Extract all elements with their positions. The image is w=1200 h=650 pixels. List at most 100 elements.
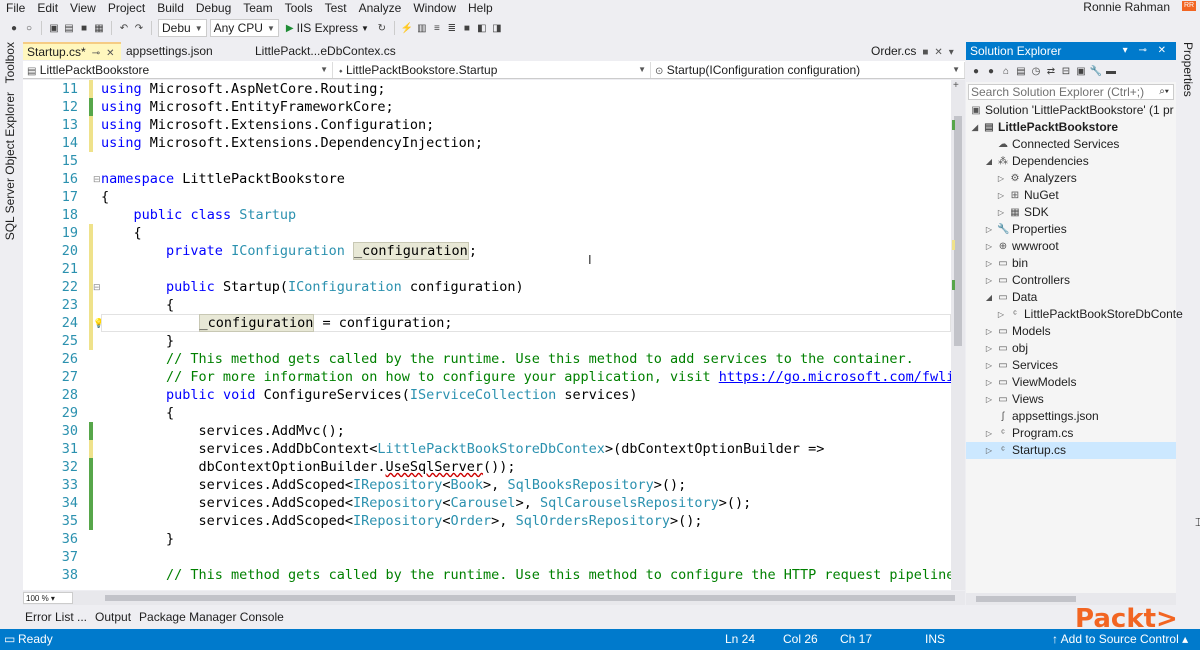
collapsed-icon[interactable]: ▷	[984, 340, 994, 357]
pending-changes-icon[interactable]: ◷	[1030, 65, 1042, 77]
preview-icon[interactable]: ▬	[1105, 65, 1117, 77]
undo-icon[interactable]: ↶	[118, 22, 130, 34]
tab-error-list[interactable]: Error List ...	[25, 610, 87, 624]
tab-appsettings-json[interactable]: appsettings.json	[122, 42, 217, 60]
collapsed-icon[interactable]: ▷	[984, 425, 994, 442]
menu-tools[interactable]: Tools	[279, 1, 319, 15]
expanded-icon[interactable]: ◢	[984, 153, 994, 170]
tree-item-wwwroot[interactable]: ▷ ⊕ wwwroot	[984, 238, 1059, 255]
collapsed-icon[interactable]: ▷	[996, 306, 1006, 323]
toolbox-tab[interactable]: Toolbox	[3, 42, 17, 83]
tree-item-views[interactable]: ▷ ▭ Views	[984, 391, 1044, 408]
tree-item-sdk[interactable]: ▷ ▦ SDK	[996, 204, 1049, 221]
solution-explorer-search[interactable]: Search Solution Explorer (Ctrl+;) ⌕▾	[968, 84, 1174, 100]
tree-item-solution[interactable]: ▣ Solution 'LittlePacktBookstore' (1 pr	[970, 102, 1173, 119]
panel-window-controls[interactable]: ▾ ⊸ ✕	[1123, 42, 1170, 60]
sync-icon[interactable]: ⇄	[1045, 65, 1057, 77]
tree-item-properties[interactable]: ▷ 🔧 Properties	[984, 221, 1067, 238]
menu-window[interactable]: Window	[407, 1, 462, 15]
configuration-select[interactable]: Debu ▼	[158, 19, 207, 37]
close-icon[interactable]: ✕	[934, 47, 942, 58]
comment-link[interactable]: https://go.microsoft.com/fwli	[719, 369, 951, 385]
menu-debug[interactable]: Debug	[190, 1, 237, 15]
add-to-source-control-button[interactable]: ↑ Add to Source Control ▴	[1052, 632, 1188, 646]
tab-package-manager-console[interactable]: Package Manager Console	[139, 610, 284, 624]
tree-item-models[interactable]: ▷ ▭ Models	[984, 323, 1051, 340]
tree-item-nuget[interactable]: ▷ ⊞ NuGet	[996, 187, 1059, 204]
tree-item-startup-cs[interactable]: ▷ ᶜ Startup.cs	[966, 442, 1176, 459]
tree-item-analyzers[interactable]: ▷ ⚙ Analyzers	[996, 170, 1077, 187]
comment-icon[interactable]: ≡	[431, 22, 443, 34]
tree-item-services[interactable]: ▷ ▭ Services	[984, 357, 1058, 374]
bookmark-prev-icon[interactable]: ◧	[476, 22, 488, 34]
search-icon[interactable]: ⌕▾	[1159, 85, 1169, 99]
scroll-thumb[interactable]	[976, 596, 1076, 602]
expanded-icon[interactable]: ◢	[984, 289, 994, 306]
tab-startup-cs[interactable]: Startup.cs* ⊸ ✕	[23, 42, 121, 60]
tree-item-project[interactable]: ◢ ▤ LittlePacktBookstore	[970, 119, 1118, 136]
scroll-thumb[interactable]	[954, 116, 962, 346]
project-dropdown[interactable]: ▤ LittlePacktBookstore ▼	[23, 62, 333, 78]
tree-item-data[interactable]: ◢ ▭ Data	[984, 289, 1037, 306]
tree-item-bin[interactable]: ▷ ▭ bin	[984, 255, 1028, 272]
menu-build[interactable]: Build	[151, 1, 190, 15]
back-icon[interactable]: ●	[8, 22, 20, 34]
properties-tab[interactable]: Properties	[1181, 42, 1195, 97]
collapsed-icon[interactable]: ▷	[984, 323, 994, 340]
home-icon[interactable]: ⌂	[1000, 65, 1012, 77]
expanded-icon[interactable]: ◢	[970, 119, 980, 136]
user-name[interactable]: Ronnie Rahman	[1083, 0, 1170, 14]
tree-item-controllers[interactable]: ▷ ▭ Controllers	[984, 272, 1070, 289]
collapsed-icon[interactable]: ▷	[996, 204, 1006, 221]
tree-item-connected-services[interactable]: ☁ Connected Services	[984, 136, 1119, 153]
tab-overflow-icon[interactable]: ▾	[949, 47, 954, 58]
collapse-icon[interactable]: ⊟	[93, 282, 101, 293]
tree-item-obj[interactable]: ▷ ▭ obj	[984, 340, 1028, 357]
uncomment-icon[interactable]: ≣	[446, 22, 458, 34]
menu-help[interactable]: Help	[462, 1, 499, 15]
chevron-down-icon[interactable]: ▼	[361, 24, 369, 33]
code-editor[interactable]: 11 12 13 14 15 16 17 18 19 20 21 22 23 2…	[23, 80, 951, 590]
tree-item-dbcontext[interactable]: ▷ ᶜ LittlePacktBookStoreDbConte	[996, 306, 1183, 323]
save-all-icon[interactable]: ▦	[93, 22, 105, 34]
tab-output[interactable]: Output	[95, 610, 131, 624]
properties-icon[interactable]: 🔧	[1090, 65, 1102, 77]
collapsed-icon[interactable]: ▷	[984, 374, 994, 391]
run-button[interactable]: ▶ IIS Express ▼	[282, 21, 373, 35]
editor-vertical-scrollbar[interactable]: +	[951, 80, 965, 590]
menu-edit[interactable]: Edit	[31, 1, 64, 15]
menu-test[interactable]: Test	[319, 1, 353, 15]
solution-config-icon[interactable]: ▥	[416, 22, 428, 34]
new-project-icon[interactable]: ▣	[48, 22, 60, 34]
menu-team[interactable]: Team	[237, 1, 278, 15]
collapsed-icon[interactable]: ▷	[996, 187, 1006, 204]
tab-order-cs[interactable]: Order.cs ■ ✕ ▾	[867, 42, 958, 60]
bookmark-icon[interactable]: ■	[461, 22, 473, 34]
collapsed-icon[interactable]: ▷	[984, 357, 994, 374]
forward-icon[interactable]: ○	[23, 22, 35, 34]
back-icon[interactable]: ●	[970, 65, 982, 77]
collapse-all-icon[interactable]: ⊟	[1060, 65, 1072, 77]
split-icon[interactable]: +	[953, 80, 959, 91]
tab-dbcontext-cs[interactable]: LittlePackt...eDbContex.cs	[251, 42, 400, 60]
sql-server-object-explorer-tab[interactable]: SQL Server Object Explorer	[3, 92, 17, 240]
close-icon[interactable]: ✕	[106, 48, 114, 59]
save-icon[interactable]: ■	[78, 22, 90, 34]
collapsed-icon[interactable]: ▷	[996, 170, 1006, 187]
user-avatar[interactable]: RR	[1182, 1, 1196, 11]
collapse-icon[interactable]: ⊟	[93, 174, 101, 185]
editor-horizontal-scrollbar[interactable]: 100 % ▾	[23, 591, 965, 605]
forward-icon[interactable]: ●	[985, 65, 997, 77]
menu-file[interactable]: File	[0, 1, 31, 15]
tree-item-program-cs[interactable]: ▷ ᶜ Program.cs	[984, 425, 1073, 442]
menu-view[interactable]: View	[64, 1, 102, 15]
collapsed-icon[interactable]: ▷	[984, 221, 994, 238]
refresh-icon[interactable]: ↻	[376, 22, 388, 34]
collapsed-icon[interactable]: ▷	[984, 442, 994, 459]
zoom-select[interactable]: 100 % ▾	[23, 592, 73, 604]
member-dropdown[interactable]: ⊙ Startup(IConfiguration configuration) …	[651, 62, 965, 78]
error-squiggle[interactable]: UseSqlServer	[385, 459, 483, 475]
collapsed-icon[interactable]: ▷	[984, 272, 994, 289]
pin-icon[interactable]: ⊸	[92, 48, 100, 59]
tree-item-viewmodels[interactable]: ▷ ▭ ViewModels	[984, 374, 1077, 391]
